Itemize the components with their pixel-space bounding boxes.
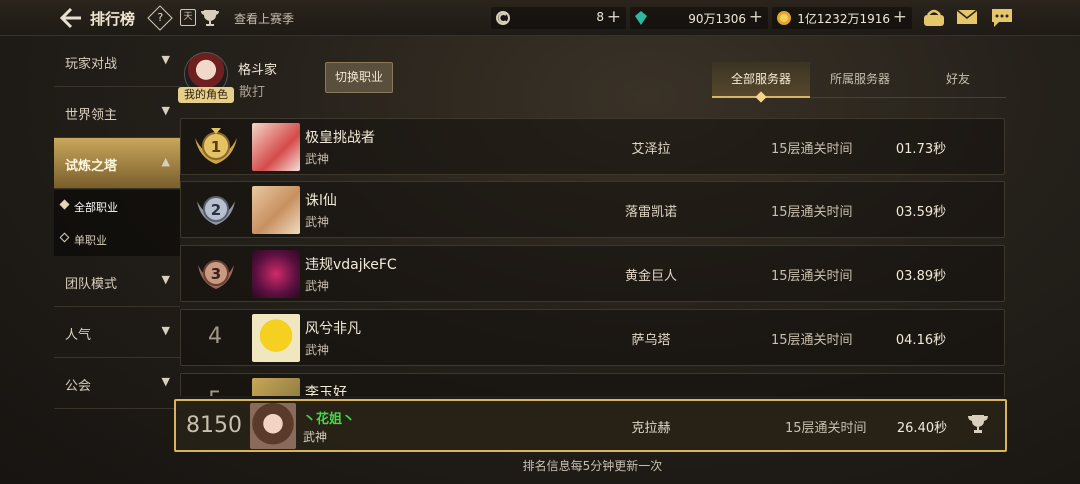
chevron-up-icon: ▲ xyxy=(161,155,170,168)
svg-text:3: 3 xyxy=(211,265,221,283)
gold-coin-icon xyxy=(776,10,792,30)
silver-medal-icon: 2 xyxy=(191,187,241,233)
sidebar: 玩家对战 ▼ 世界领主 ▼ 试炼之塔 ▲ 全部职业 单职业 团队模式 ▼ 人气 … xyxy=(54,36,180,484)
trophy-icon[interactable] xyxy=(199,8,221,32)
sidebar-item-world-boss[interactable]: 世界领主 ▼ xyxy=(54,87,180,138)
player-avatar[interactable] xyxy=(252,378,300,396)
diamond-bullet-icon xyxy=(59,232,70,243)
shop-icon[interactable] xyxy=(922,7,946,33)
sidebar-item-team-mode[interactable]: 团队模式 ▼ xyxy=(54,256,180,307)
chevron-down-icon: ▼ xyxy=(161,104,170,117)
chevron-down-icon: ▼ xyxy=(161,273,170,286)
my-player-name: 丶花姐丶 xyxy=(303,412,356,427)
tab-own-server[interactable]: 所属服务器 xyxy=(812,62,908,98)
coupon-currency: 8 + xyxy=(491,7,626,29)
update-notice: 排名信息每5分钟更新一次 xyxy=(522,459,663,473)
chevron-down-icon: ▼ xyxy=(161,375,170,388)
svg-text:1: 1 xyxy=(211,138,221,156)
rank-number: 4 xyxy=(208,324,222,349)
sidebar-subitem-all-classes[interactable]: 全部职业 xyxy=(54,190,180,223)
diamond-bullet-icon xyxy=(59,199,70,210)
player-avatar[interactable] xyxy=(252,186,300,234)
my-player-avatar[interactable] xyxy=(250,403,296,449)
calendar-icon[interactable]: 天 xyxy=(180,9,196,26)
page-title: 排行榜 xyxy=(90,10,136,28)
add-gold-button[interactable]: + xyxy=(893,7,907,27)
player-avatar[interactable] xyxy=(252,123,300,171)
table-row[interactable]: 3 违规vdajkeFC 武神 黄金巨人 15层通关时间 03.89秒 xyxy=(180,245,1005,302)
mail-icon[interactable] xyxy=(956,7,978,31)
gold-currency: 1亿1232万1916 + xyxy=(772,7,912,29)
trophy-icon[interactable] xyxy=(966,413,990,439)
rank-number: 5 xyxy=(181,388,249,396)
add-coupon-button[interactable]: + xyxy=(607,7,621,27)
my-rank-row[interactable]: 8150 丶花姐丶 武神 克拉赫 15层通关时间 26.40秒 xyxy=(174,399,1007,452)
bronze-medal-icon: 3 xyxy=(191,251,241,297)
sidebar-item-popularity[interactable]: 人气 ▼ xyxy=(54,307,180,358)
table-row[interactable]: 2 诛l仙 武神 落雷凯诺 15层通关时间 03.59秒 xyxy=(180,181,1005,238)
sidebar-item-pvp[interactable]: 玩家对战 ▼ xyxy=(54,36,180,87)
sidebar-item-trial-tower[interactable]: 试炼之塔 ▲ xyxy=(54,138,180,189)
player-avatar[interactable] xyxy=(252,314,300,362)
table-row[interactable]: 4 风兮非凡 武神 萨乌塔 15层通关时间 04.16秒 xyxy=(180,309,1005,366)
chat-icon[interactable] xyxy=(990,7,1014,33)
gold-medal-icon: 1 xyxy=(191,124,241,170)
switch-class-button[interactable]: 切换职业 xyxy=(325,62,393,93)
gem-currency: 90万1306 + xyxy=(630,7,768,29)
my-rank-number: 8150 xyxy=(186,413,242,438)
chevron-down-icon: ▼ xyxy=(161,53,170,66)
sidebar-item-guild[interactable]: 公会 ▼ xyxy=(54,358,180,409)
chevron-down-icon: ▼ xyxy=(161,324,170,337)
table-row[interactable]: 1 极皇挑战者 武神 艾泽拉 15层通关时间 01.73秒 xyxy=(180,118,1005,175)
top-bar: 排行榜 ? 天 查看上赛季 8 + 90万1306 + 1亿1232万1916 … xyxy=(0,0,1080,36)
add-gem-button[interactable]: + xyxy=(749,7,763,27)
sidebar-subitem-single-class[interactable]: 单职业 xyxy=(54,223,180,256)
back-arrow-icon[interactable] xyxy=(58,6,84,30)
svg-text:2: 2 xyxy=(211,201,221,219)
coupon-icon xyxy=(495,10,511,30)
my-role-class: 散打 xyxy=(239,85,266,100)
gem-icon xyxy=(634,10,648,30)
previous-season-link[interactable]: 查看上赛季 xyxy=(234,10,294,27)
my-role-name: 格斗家 xyxy=(238,63,278,78)
tab-friends[interactable]: 好友 xyxy=(910,62,1006,98)
player-avatar[interactable] xyxy=(252,250,300,298)
table-row[interactable]: 5 李玉好 武神 xyxy=(180,373,1005,396)
my-role-tag: 我的角色 xyxy=(178,87,234,103)
help-icon[interactable]: ? xyxy=(147,5,173,31)
ranking-list[interactable]: 1 极皇挑战者 武神 艾泽拉 15层通关时间 01.73秒 2 诛l仙 武神 落… xyxy=(180,118,1006,396)
